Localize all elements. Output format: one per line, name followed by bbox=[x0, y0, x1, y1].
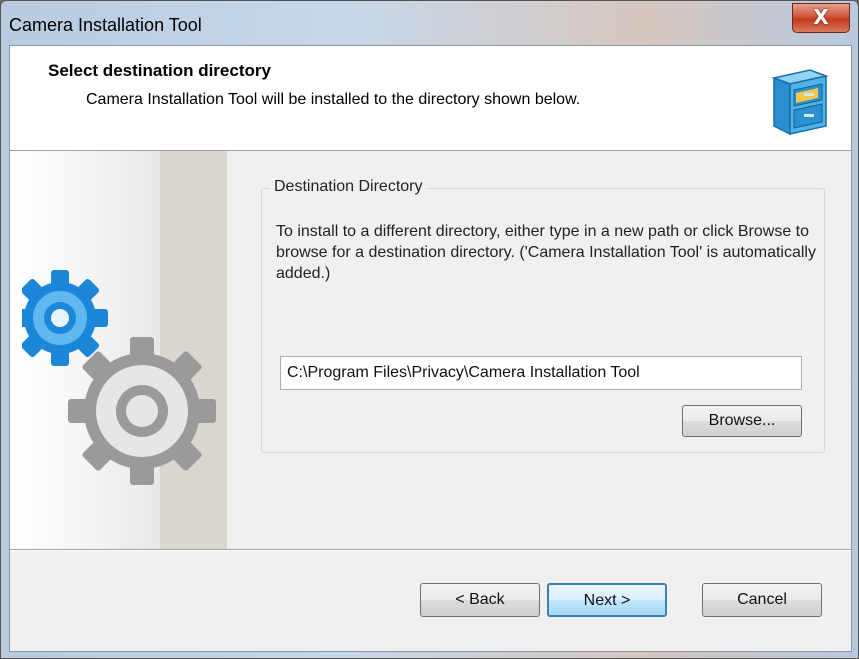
dialog-client-area: Select destination directory Camera Inst… bbox=[9, 45, 852, 652]
header-banner: Select destination directory Camera Inst… bbox=[10, 46, 851, 151]
destination-path-input[interactable] bbox=[280, 356, 802, 390]
file-cabinet-icon bbox=[771, 69, 829, 136]
footer-separator bbox=[10, 549, 851, 551]
group-legend: Destination Directory bbox=[270, 178, 427, 196]
group-description: To install to a different directory, eit… bbox=[276, 223, 816, 282]
window-title: Camera Installation Tool bbox=[9, 15, 202, 35]
gears-icon bbox=[22, 270, 216, 485]
page-subtitle: Camera Installation Tool will be install… bbox=[86, 91, 581, 108]
next-button[interactable]: Next > bbox=[547, 583, 667, 617]
destination-directory-group: Destination Directory To install to a di… bbox=[261, 178, 825, 453]
title-bar[interactable]: Camera Installation Tool X bbox=[1, 1, 858, 45]
back-button[interactable]: < Back bbox=[420, 583, 540, 617]
close-button[interactable]: X bbox=[792, 3, 850, 33]
browse-button[interactable]: Browse... bbox=[682, 405, 802, 437]
installer-window: Camera Installation Tool X Select destin… bbox=[0, 0, 859, 659]
cancel-button[interactable]: Cancel bbox=[702, 583, 822, 617]
page-title: Select destination directory bbox=[48, 61, 271, 80]
close-icon: X bbox=[813, 5, 829, 29]
